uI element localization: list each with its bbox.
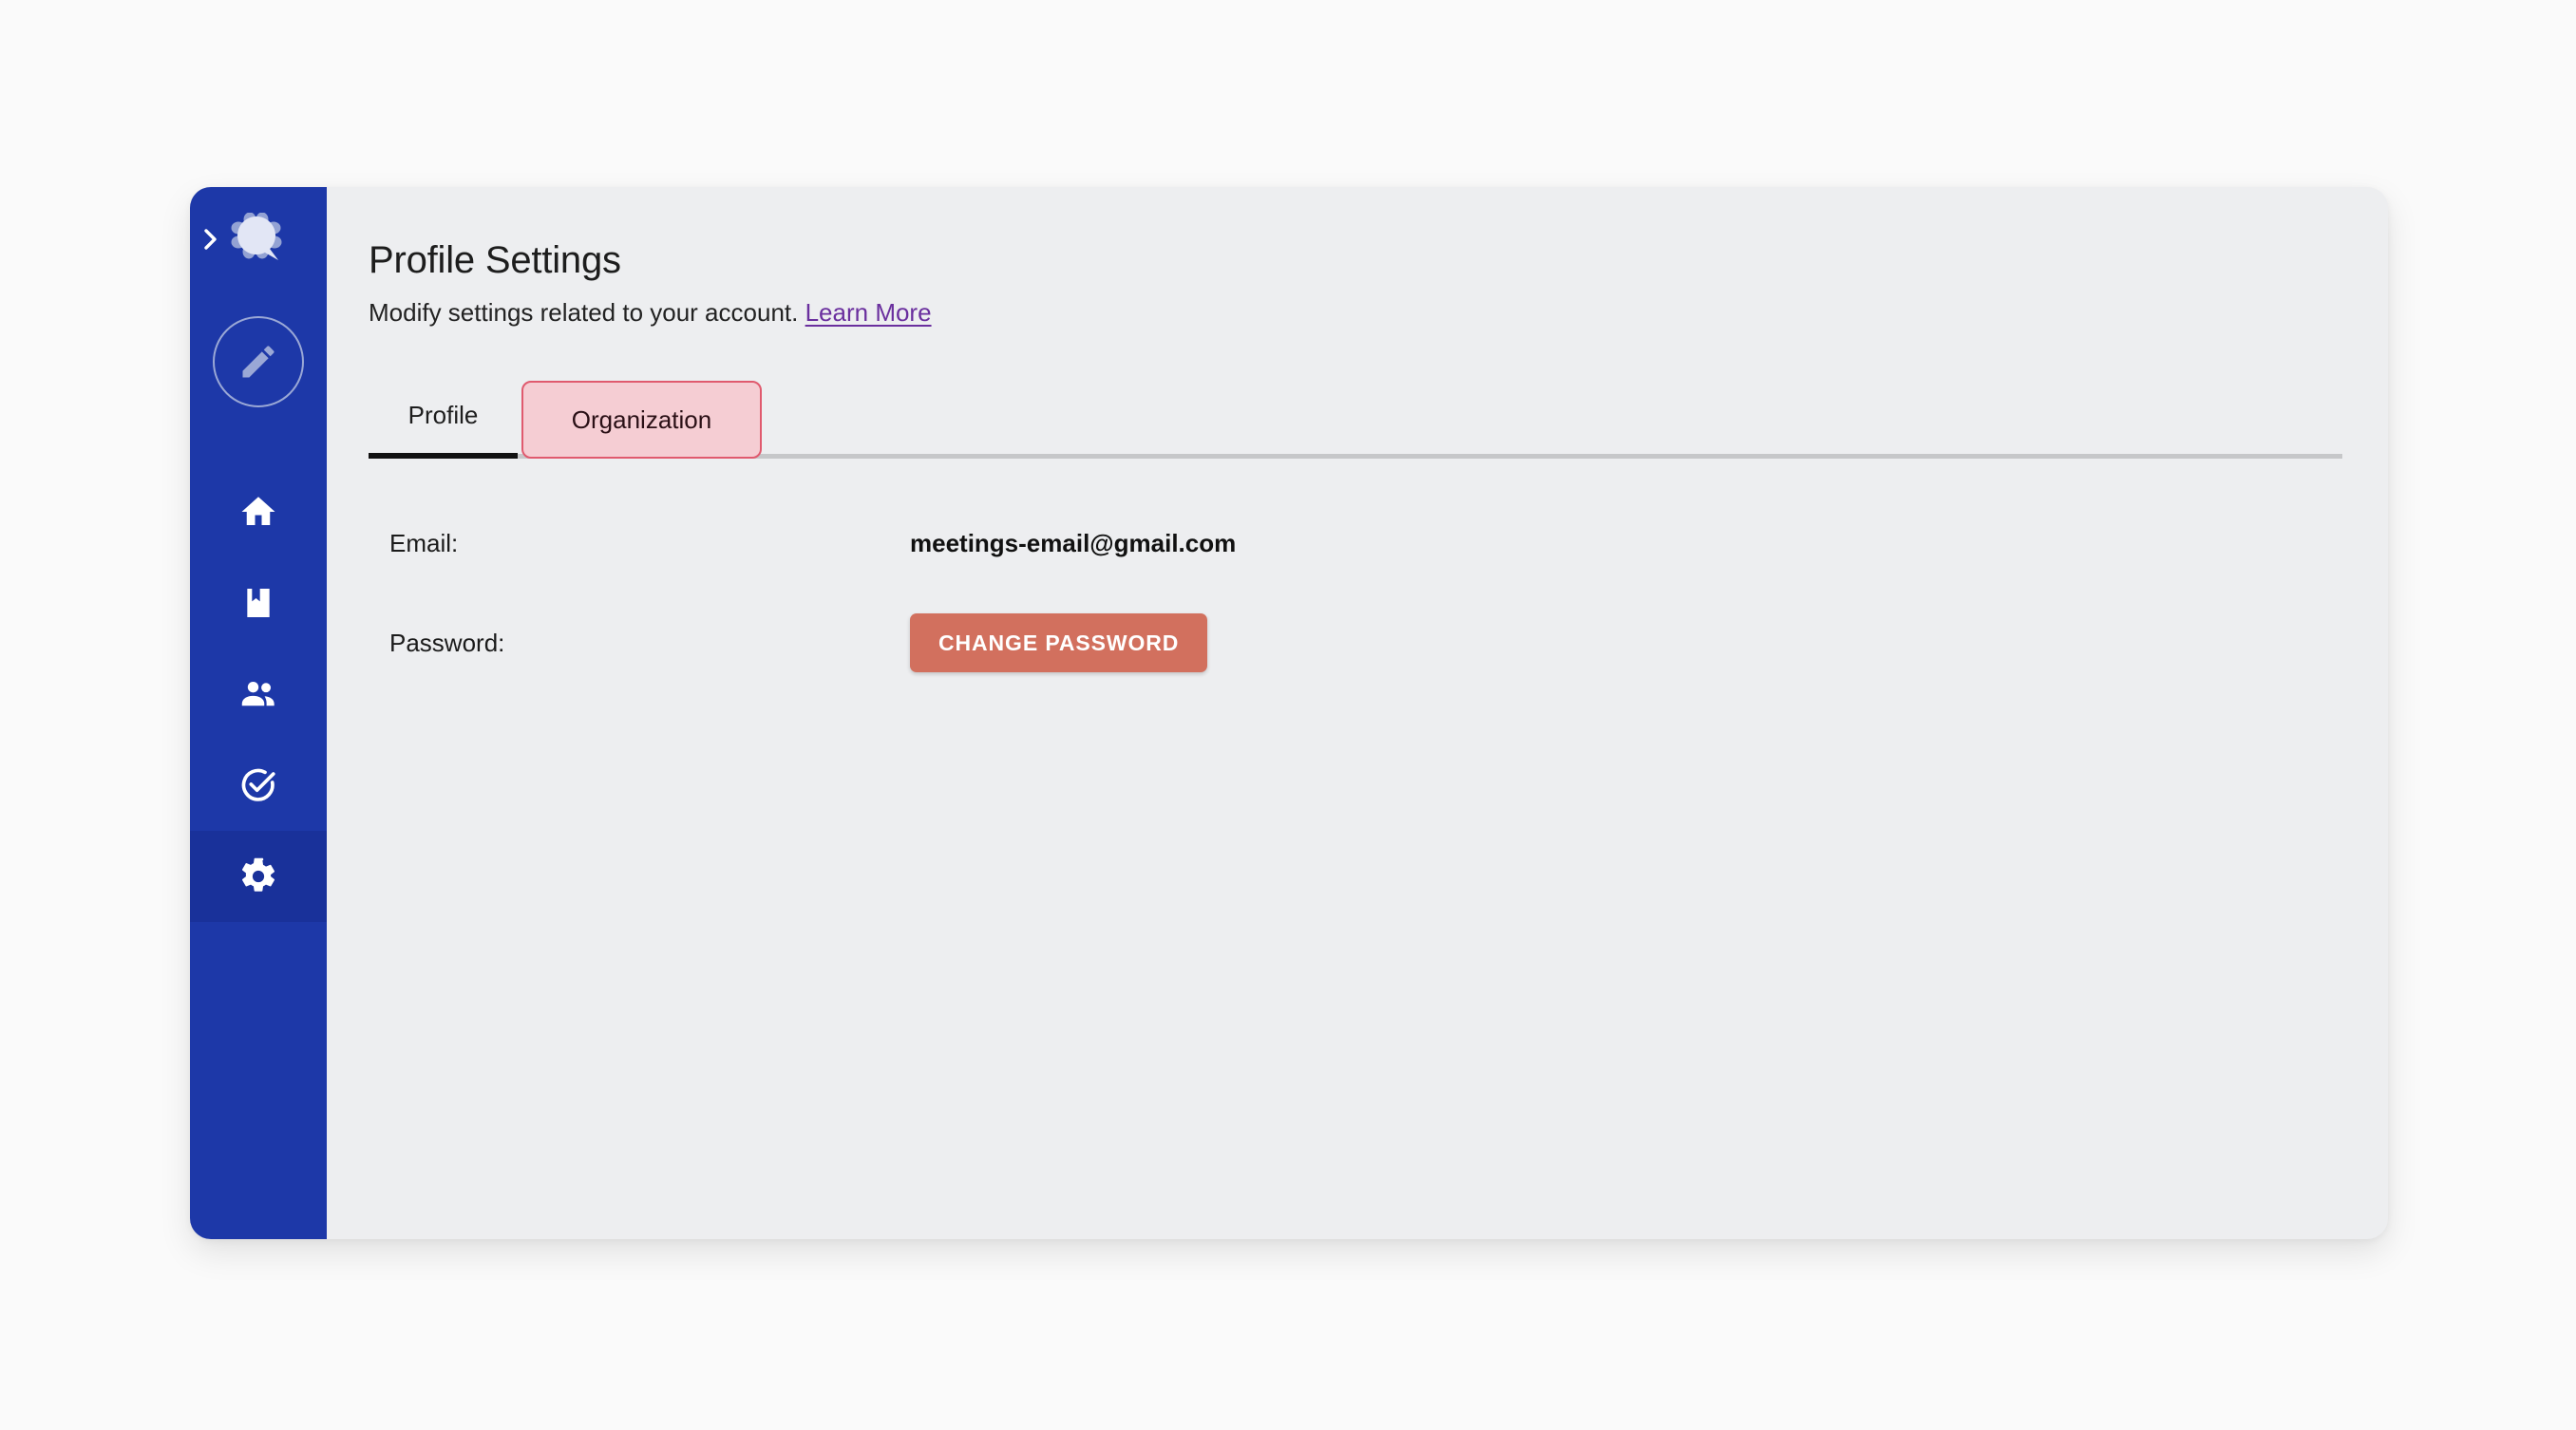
page-subtitle: Modify settings related to your account.… (369, 298, 2388, 328)
sidebar (190, 187, 327, 1239)
speech-bubble-flower-logo[interactable] (230, 212, 287, 267)
book-bookmark-icon (247, 589, 270, 617)
sidebar-header (190, 187, 327, 292)
sidebar-item-settings[interactable] (190, 831, 327, 922)
chevron-right-icon[interactable] (200, 229, 221, 250)
people-icon (241, 681, 275, 706)
sidebar-item-library[interactable] (190, 557, 327, 649)
check-circle-icon (241, 768, 275, 801)
form-row-password: Password: CHANGE PASSWORD (369, 613, 2342, 672)
change-password-button[interactable]: CHANGE PASSWORD (910, 613, 1208, 672)
main-content: Profile Settings Modify settings related… (327, 187, 2388, 1239)
sidebar-nav (190, 466, 327, 922)
tab-profile-label: Profile (407, 400, 479, 429)
email-label: Email: (389, 528, 459, 557)
tab-organization[interactable]: Organization (521, 381, 762, 459)
gear-icon (241, 857, 275, 892)
sidebar-item-tasks[interactable] (190, 740, 327, 831)
tab-active-underline (369, 453, 518, 459)
sidebar-item-home[interactable] (190, 466, 327, 557)
learn-more-link[interactable]: Learn More (805, 298, 932, 327)
page-title: Profile Settings (369, 239, 621, 281)
page-subtitle-text: Modify settings related to your account. (369, 298, 799, 327)
app-window: Profile Settings Modify settings related… (190, 187, 2388, 1239)
pencil-icon (242, 346, 275, 378)
tab-strip: Profile Organization (369, 371, 2342, 459)
home-icon (241, 497, 275, 525)
tab-organization-label: Organization (571, 405, 712, 434)
avatar[interactable] (213, 316, 304, 407)
profile-form: Email: meetings-email@gmail.com Password… (369, 514, 2342, 672)
sidebar-item-people[interactable] (190, 649, 327, 740)
form-row-email: Email: meetings-email@gmail.com (369, 514, 2342, 573)
email-value: meetings-email@gmail.com (910, 528, 1237, 557)
tab-profile[interactable]: Profile (369, 371, 518, 459)
password-label: Password: (389, 628, 505, 657)
